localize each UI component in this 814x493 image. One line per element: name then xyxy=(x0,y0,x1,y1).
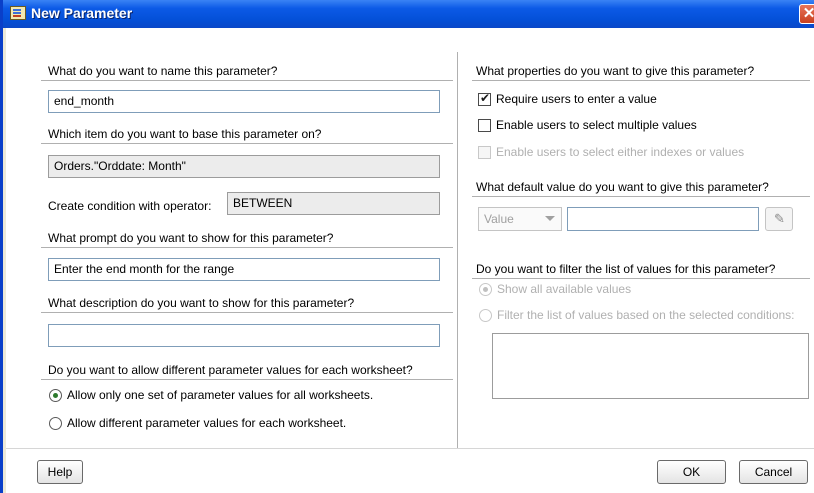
name-question: What do you want to name this parameter? xyxy=(48,64,278,78)
close-icon[interactable]: ✕ xyxy=(799,4,814,24)
default-value-input[interactable] xyxy=(567,207,759,231)
new-parameter-dialog: New Parameter ✕ What do you want to name… xyxy=(0,0,814,493)
indexes-or-values-checkbox[interactable] xyxy=(478,146,491,159)
dialog-title: New Parameter xyxy=(31,5,133,21)
divider xyxy=(472,80,810,81)
default-type-select[interactable]: Value xyxy=(478,207,562,231)
divider xyxy=(41,312,453,313)
column-separator xyxy=(457,52,458,448)
divider xyxy=(41,143,453,144)
operator-label: Create condition with operator: xyxy=(48,199,212,213)
filter-by-conditions-radio[interactable] xyxy=(479,309,492,322)
default-type-value: Value xyxy=(484,212,514,226)
title-bar[interactable]: New Parameter xyxy=(3,0,814,28)
prompt-input[interactable]: Enter the end month for the range xyxy=(48,258,440,281)
divider xyxy=(472,278,810,279)
radio-different-values-label[interactable]: Allow different parameter values for eac… xyxy=(67,416,346,430)
divider xyxy=(41,80,453,81)
conditions-list[interactable] xyxy=(492,333,809,399)
radio-one-set-label[interactable]: Allow only one set of parameter values f… xyxy=(67,388,373,402)
divider xyxy=(41,379,453,380)
filter-by-conditions-label: Filter the list of values based on the s… xyxy=(497,308,795,322)
radio-different-values[interactable] xyxy=(49,417,62,430)
show-all-values-radio[interactable] xyxy=(479,283,492,296)
base-item-question: Which item do you want to base this para… xyxy=(48,127,322,141)
radio-one-set[interactable] xyxy=(49,389,62,402)
show-all-values-label: Show all available values xyxy=(497,282,632,296)
divider xyxy=(41,247,453,248)
default-value-question: What default value do you want to give t… xyxy=(476,180,769,194)
ok-button[interactable]: OK xyxy=(657,460,726,484)
operator-field: BETWEEN xyxy=(227,192,440,215)
multiple-values-label[interactable]: Enable users to select multiple values xyxy=(496,118,697,132)
parameter-name-input[interactable]: end_month xyxy=(48,90,440,113)
description-question: What description do you want to show for… xyxy=(48,296,355,310)
cancel-button[interactable]: Cancel xyxy=(739,460,808,484)
parameter-dialog-icon xyxy=(10,6,26,20)
properties-question: What properties do you want to give this… xyxy=(476,64,755,78)
indexes-or-values-label: Enable users to select either indexes or… xyxy=(496,145,745,159)
require-value-checkbox[interactable] xyxy=(478,91,491,106)
multiple-values-checkbox[interactable] xyxy=(478,119,491,132)
filter-question: Do you want to filter the list of values… xyxy=(476,262,776,276)
divider xyxy=(472,196,810,197)
footer-divider xyxy=(6,448,814,449)
value-picker-icon[interactable] xyxy=(765,207,793,231)
prompt-question: What prompt do you want to show for this… xyxy=(48,231,334,245)
base-item-field: Orders."Orddate: Month" xyxy=(48,155,440,178)
dialog-content: What do you want to name this parameter?… xyxy=(6,28,814,493)
description-input[interactable] xyxy=(48,324,440,347)
chevron-down-icon xyxy=(545,216,555,221)
worksheet-question: Do you want to allow different parameter… xyxy=(48,363,413,377)
help-button[interactable]: Help xyxy=(37,460,83,484)
require-value-label[interactable]: Require users to enter a value xyxy=(496,92,657,106)
